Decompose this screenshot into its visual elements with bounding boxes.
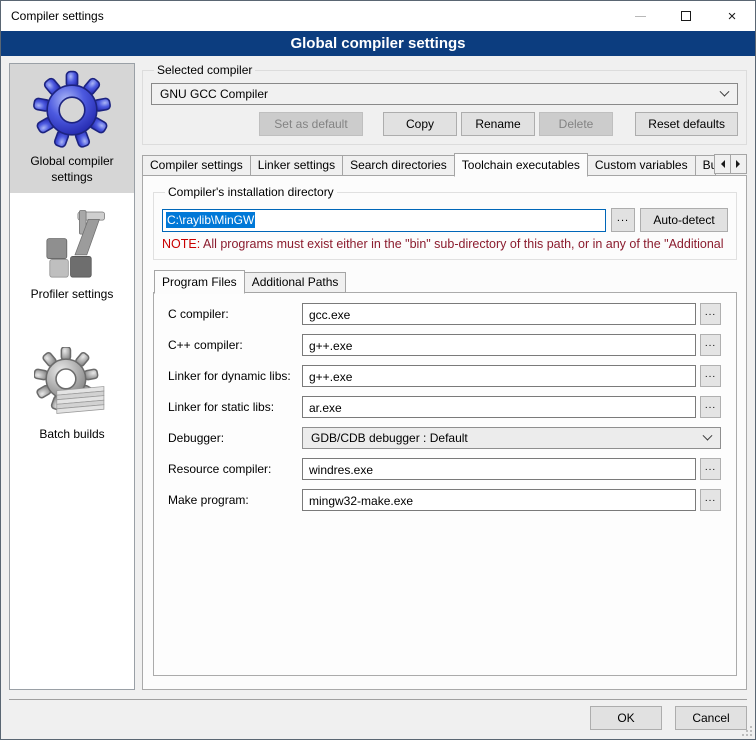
rename-button[interactable]: Rename xyxy=(461,112,535,136)
settings-tabstrip: Compiler settings Linker settings Search… xyxy=(142,153,747,176)
banner-title: Global compiler settings xyxy=(290,35,465,52)
sidebar-item-label: Batch builds xyxy=(39,427,104,443)
dialog-footer: OK Cancel xyxy=(9,699,747,739)
linker-dynamic-browse-button[interactable]: ... xyxy=(700,365,721,387)
sidebar-item-global-compiler-settings[interactable]: Global compiler settings xyxy=(10,64,134,193)
resource-compiler-input[interactable] xyxy=(302,458,696,480)
reset-defaults-button[interactable]: Reset defaults xyxy=(635,112,738,136)
minimize-button xyxy=(617,1,663,31)
tab-scroll-left-button[interactable] xyxy=(714,154,731,174)
cpp-compiler-browse-button[interactable]: ... xyxy=(700,334,721,356)
field-row-c-compiler: C compiler: ... xyxy=(168,303,721,325)
dialog-banner: Global compiler settings xyxy=(1,31,755,56)
program-files-page: C compiler: ... C++ compiler: ... xyxy=(153,292,737,676)
field-label: Make program: xyxy=(168,493,302,507)
maximize-button[interactable] xyxy=(663,1,709,31)
cancel-button[interactable]: Cancel xyxy=(675,706,747,730)
settings-category-list: Global compiler settings Profiler settin… xyxy=(9,63,135,690)
tab-custom-variables[interactable]: Custom variables xyxy=(587,155,696,176)
triangle-left-icon xyxy=(717,160,725,168)
close-icon: × xyxy=(728,9,737,24)
debugger-select[interactable]: GDB/CDB debugger : Default xyxy=(302,427,721,449)
gray-gear-stack-icon xyxy=(34,347,110,423)
field-label: C compiler: xyxy=(168,307,302,321)
debugger-select-value: GDB/CDB debugger : Default xyxy=(311,431,704,445)
tab-toolchain-executables[interactable]: Toolchain executables xyxy=(454,153,588,177)
c-compiler-browse-button[interactable]: ... xyxy=(700,303,721,325)
field-row-resource-compiler: Resource compiler: ... xyxy=(168,458,721,480)
triangle-right-icon xyxy=(736,160,744,168)
field-row-cpp-compiler: C++ compiler: ... xyxy=(168,334,721,356)
field-row-debugger: Debugger: GDB/CDB debugger : Default xyxy=(168,427,721,449)
field-row-linker-static: Linker for static libs: ... xyxy=(168,396,721,418)
selected-compiler-group-label: Selected compiler xyxy=(154,63,255,77)
field-label: Linker for dynamic libs: xyxy=(168,369,302,383)
installation-directory-note: NOTE: All programs must exist either in … xyxy=(162,237,728,251)
installation-directory-input[interactable]: C:\raylib\MinGW xyxy=(162,209,606,232)
profiler-caliper-icon xyxy=(35,209,109,283)
installation-directory-group: Compiler's installation directory C:\ray… xyxy=(153,185,737,260)
sidebar-item-label: Global compiler settings xyxy=(12,154,132,185)
auto-detect-button[interactable]: Auto-detect xyxy=(640,208,728,232)
compiler-settings-dialog: Compiler settings × Global compiler sett… xyxy=(0,0,756,740)
set-as-default-button: Set as default xyxy=(259,112,363,136)
linker-static-browse-button[interactable]: ... xyxy=(700,396,721,418)
sidebar-item-label: Profiler settings xyxy=(31,287,114,303)
window-controls: × xyxy=(617,1,755,31)
compiler-select-value: GNU GCC Compiler xyxy=(160,87,721,101)
tab-build-options[interactable]: Build options xyxy=(695,155,716,176)
ok-button[interactable]: OK xyxy=(590,706,662,730)
dialog-content: Global compiler settings Profiler settin… xyxy=(1,56,755,690)
close-button[interactable]: × xyxy=(709,1,755,31)
tab-additional-paths[interactable]: Additional Paths xyxy=(244,272,347,293)
linker-static-input[interactable] xyxy=(302,396,696,418)
resize-grip[interactable] xyxy=(740,724,753,737)
installation-directory-row: C:\raylib\MinGW ... Auto-detect xyxy=(162,208,728,232)
field-label: C++ compiler: xyxy=(168,338,302,352)
tab-linker-settings[interactable]: Linker settings xyxy=(250,155,343,176)
field-label: Linker for static libs: xyxy=(168,400,302,414)
minimize-icon xyxy=(635,16,646,17)
resource-compiler-browse-button[interactable]: ... xyxy=(700,458,721,480)
linker-dynamic-input[interactable] xyxy=(302,365,696,387)
maximize-icon xyxy=(681,11,691,21)
tab-program-files[interactable]: Program Files xyxy=(154,270,245,294)
note-prefix: NOTE: xyxy=(162,237,200,251)
program-files-tabstrip: Program Files Additional Paths xyxy=(153,270,737,293)
tab-scroll-right-button[interactable] xyxy=(730,154,747,174)
tab-search-directories[interactable]: Search directories xyxy=(342,155,455,176)
titlebar: Compiler settings × xyxy=(1,1,755,31)
program-files-notebook: Program Files Additional Paths C compile… xyxy=(153,270,737,676)
field-label: Resource compiler: xyxy=(168,462,302,476)
tab-compiler-settings[interactable]: Compiler settings xyxy=(142,155,251,176)
cpp-compiler-input[interactable] xyxy=(302,334,696,356)
copy-button[interactable]: Copy xyxy=(383,112,457,136)
make-program-browse-button[interactable]: ... xyxy=(700,489,721,511)
toolchain-executables-page: Compiler's installation directory C:\ray… xyxy=(142,175,747,690)
compiler-buttons-row: Set as default Copy Rename Delete Reset … xyxy=(151,112,738,136)
make-program-input[interactable] xyxy=(302,489,696,511)
field-label: Debugger: xyxy=(168,431,302,445)
field-row-make-program: Make program: ... xyxy=(168,489,721,511)
note-text: All programs must exist either in the "b… xyxy=(200,237,723,251)
chevron-down-icon xyxy=(720,86,730,96)
sidebar-item-batch-builds[interactable]: Batch builds xyxy=(10,341,134,451)
selected-compiler-group: Selected compiler GNU GCC Compiler Set a… xyxy=(142,63,747,145)
window-title: Compiler settings xyxy=(1,9,104,23)
blue-gear-icon xyxy=(32,70,112,150)
delete-button: Delete xyxy=(539,112,613,136)
installation-directory-selected-text: C:\raylib\MinGW xyxy=(166,212,255,228)
installation-directory-group-label: Compiler's installation directory xyxy=(165,185,337,199)
tab-scroll-arrows xyxy=(715,154,747,174)
sidebar-item-profiler-settings[interactable]: Profiler settings xyxy=(10,203,134,311)
installation-directory-browse-button[interactable]: ... xyxy=(611,208,635,232)
chevron-down-icon xyxy=(703,430,713,440)
c-compiler-input[interactable] xyxy=(302,303,696,325)
field-row-linker-dynamic: Linker for dynamic libs: ... xyxy=(168,365,721,387)
main-panel: Selected compiler GNU GCC Compiler Set a… xyxy=(142,63,747,690)
compiler-select[interactable]: GNU GCC Compiler xyxy=(151,83,738,105)
